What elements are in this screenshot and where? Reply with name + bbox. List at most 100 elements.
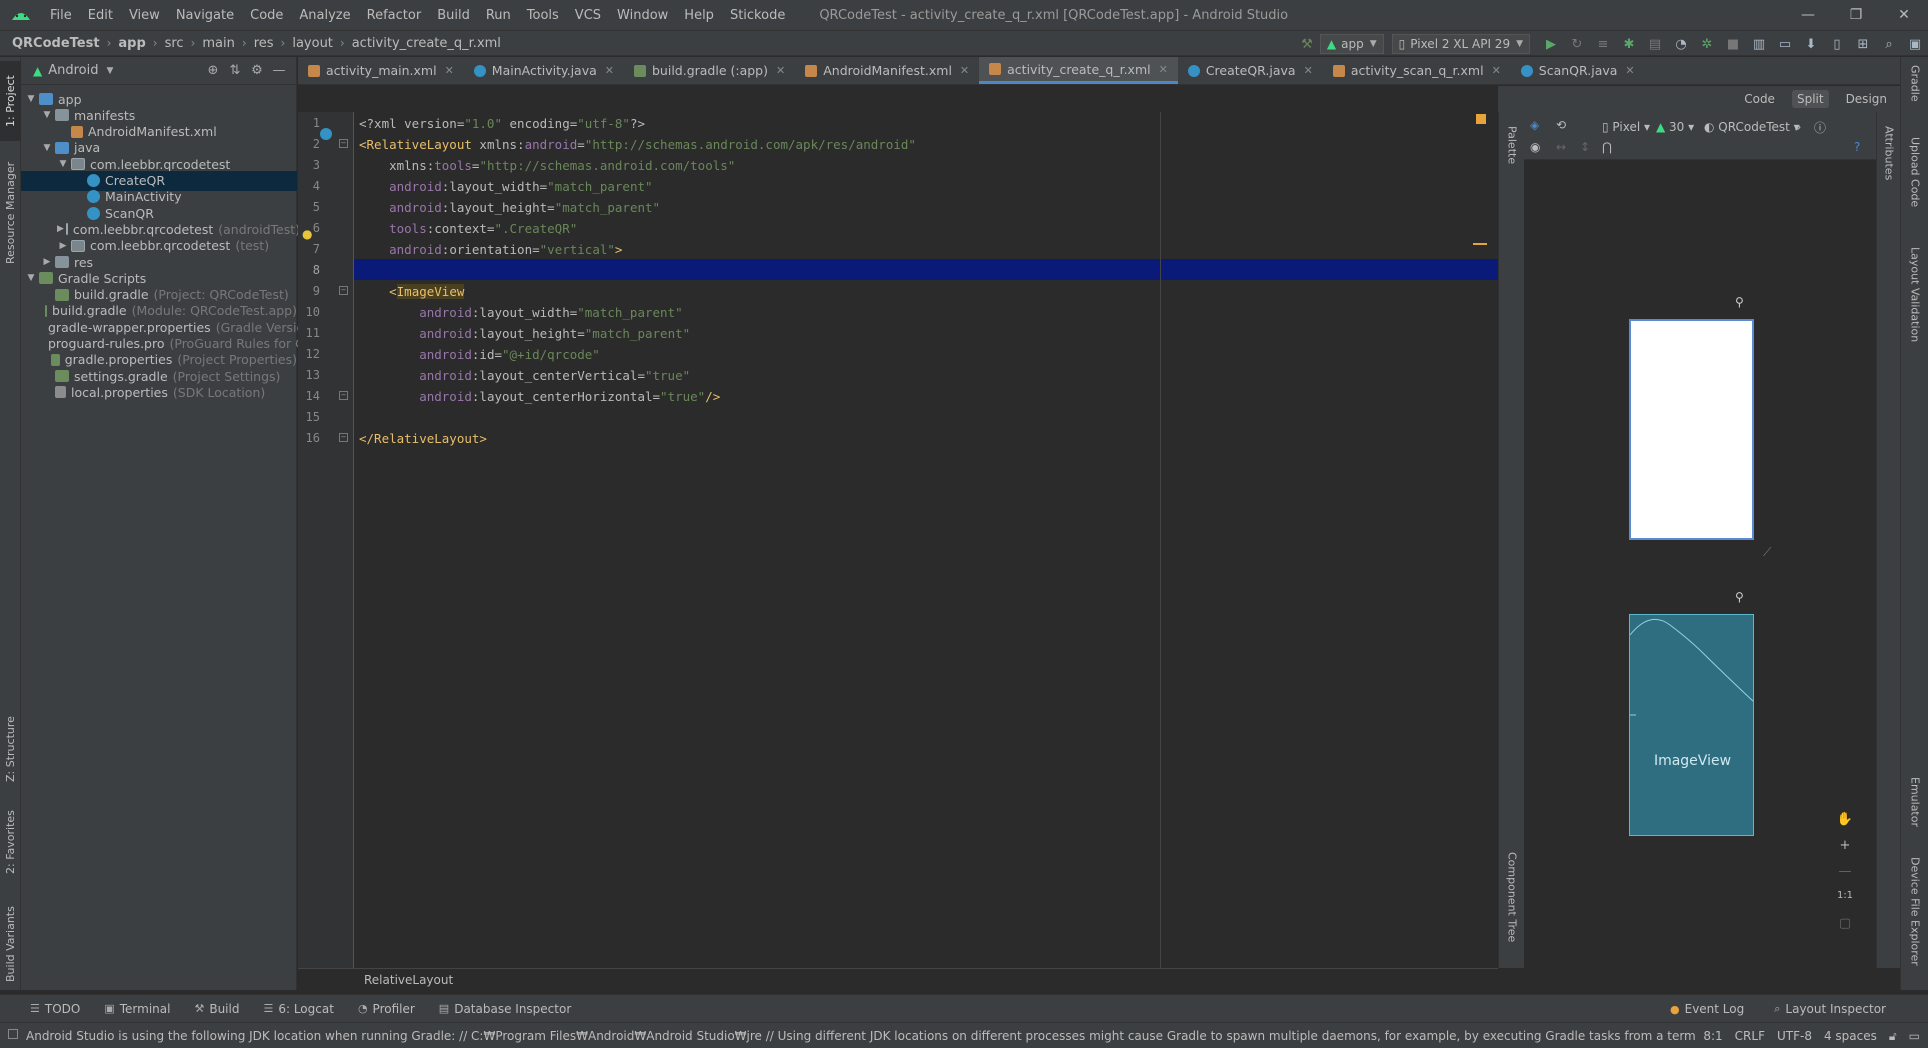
chevron-right-icon[interactable]: ▶ (57, 224, 64, 234)
code-line[interactable]: <RelativeLayout xmlns:android="http://sc… (359, 134, 916, 155)
eye-icon[interactable]: ◉ (1530, 140, 1540, 154)
tool-terminal[interactable]: ▣ Terminal (104, 1002, 170, 1016)
tab-resource-manager[interactable]: Resource Manager (0, 153, 21, 273)
sync-project-icon[interactable]: ▥ (1746, 37, 1772, 52)
code-line[interactable]: android:layout_width="match_parent" (359, 302, 682, 323)
coverage-icon[interactable]: ▤ (1642, 37, 1668, 52)
code-editor[interactable]: 1 2 3 4 5 6 7 8 9 10 11 12 13 14 15 16− − − − <?xml versio… (298, 112, 1498, 968)
project-view-select[interactable]: Android (48, 63, 98, 78)
close-tab-icon[interactable]: ✕ (1159, 63, 1168, 76)
menu-build[interactable]: Build (429, 8, 478, 23)
close-tab-icon[interactable]: ✕ (445, 64, 454, 77)
tab-upload-code[interactable]: Upload Code (1901, 137, 1928, 237)
tab-build-gradle-app-[interactable]: build.gradle (:app) ✕ (624, 57, 795, 84)
tab-project[interactable]: 1: Project (0, 61, 21, 141)
close-tab-icon[interactable]: ✕ (605, 64, 614, 77)
layout-inspector-icon[interactable]: ⊞ (1850, 37, 1876, 52)
close-icon[interactable]: ✕ (1880, 0, 1928, 30)
line-separator[interactable]: CRLF (1735, 1029, 1765, 1043)
code-line[interactable]: tools:context=".CreateQR" (359, 218, 577, 239)
api-select[interactable]: ▲ 30 ▾ (1656, 120, 1694, 134)
pin-icon[interactable]: ⚲ (1735, 590, 1744, 604)
code-line[interactable]: android:orientation="vertical"> (359, 239, 622, 260)
breadcrumb-item[interactable]: app (118, 36, 145, 51)
tab-device-file-explorer[interactable]: Device File Explorer (1901, 857, 1928, 987)
breadcrumb-item[interactable]: QRCodeTest (12, 36, 100, 51)
restore-icon[interactable]: ❐ (1832, 0, 1880, 30)
fold-marker-icon[interactable]: − (339, 433, 348, 442)
chevron-right-icon[interactable]: ▶ (57, 241, 69, 251)
device-select[interactable]: ▯ Pixel 2 XL API 29 ▼ (1391, 34, 1530, 54)
help-icon[interactable]: ? (1854, 140, 1860, 154)
info-icon[interactable]: ⓘ (1814, 119, 1826, 136)
tab-build-variants[interactable]: Build Variants (0, 899, 21, 989)
chevron-down-icon[interactable]: ▼ (25, 273, 37, 283)
chevron-down-icon[interactable]: ▼ (107, 66, 114, 76)
code-line[interactable]: android:layout_width="match_parent" (359, 176, 652, 197)
code-line[interactable]: <?xml version="1.0" encoding="utf-8"?> (359, 113, 645, 134)
gear-icon[interactable]: ⚙ (246, 63, 268, 78)
device-manager-icon[interactable]: ▯ (1824, 37, 1850, 52)
menu-navigate[interactable]: Navigate (168, 8, 242, 23)
theme-select[interactable]: ◐ QRCodeTest ▾ (1704, 120, 1800, 134)
tab-component-tree[interactable]: Component Tree (1498, 852, 1526, 962)
tool-event-log[interactable]: ● Event Log (1670, 1002, 1744, 1016)
breadcrumb-item[interactable]: layout (292, 36, 333, 51)
tab-gradle[interactable]: Gradle (1901, 65, 1928, 125)
menu-help[interactable]: Help (676, 8, 722, 23)
tab-mainactivity-java[interactable]: MainActivity.java ✕ (464, 57, 624, 84)
code-line[interactable]: <ImageView (359, 281, 465, 302)
code-line[interactable]: android:layout_height="match_parent" (359, 323, 690, 344)
ide-update-icon[interactable]: ▣ (1902, 37, 1928, 52)
menu-code[interactable]: Code (242, 8, 291, 23)
zoom-in-icon[interactable]: + (1830, 838, 1860, 864)
vertical-resize-icon[interactable]: ↕ (1580, 140, 1590, 154)
zoom-fit-icon[interactable]: ▢ (1830, 916, 1860, 942)
notifications-icon[interactable]: ▭ (1909, 1029, 1920, 1043)
horizontal-resize-icon[interactable]: ↔ (1556, 140, 1566, 154)
editor-breadcrumb-item[interactable]: RelativeLayout (364, 973, 453, 987)
blueprint-preview[interactable] (1629, 319, 1754, 540)
close-tab-icon[interactable]: ✕ (1492, 64, 1501, 77)
menu-tools[interactable]: Tools (519, 8, 567, 23)
fold-marker-icon[interactable]: − (339, 286, 348, 295)
tab-favorites[interactable]: 2: Favorites (0, 797, 21, 887)
lightbulb-icon[interactable]: ● (302, 227, 312, 241)
device-select[interactable]: ▯ Pixel ▾ (1602, 120, 1650, 134)
class-gutter-icon[interactable] (320, 128, 332, 140)
tab-activity-scan-q-r-xml[interactable]: activity_scan_q_r.xml ✕ (1323, 57, 1511, 84)
code-line[interactable]: android:layout_height="match_parent" (359, 197, 660, 218)
tool-profiler[interactable]: ◔ Profiler (358, 1002, 415, 1016)
apply-changes-icon[interactable]: ≡ (1590, 37, 1616, 52)
search-icon[interactable]: ⌕ (1876, 37, 1902, 52)
locate-icon[interactable]: ⊕ (202, 63, 224, 78)
zoom-out-icon[interactable]: — (1830, 864, 1860, 890)
status-toggle-icon[interactable] (8, 1029, 18, 1039)
run-icon[interactable]: ▶ (1538, 37, 1564, 52)
breadcrumb-item[interactable]: src (165, 36, 184, 51)
profile-icon[interactable]: ◔ (1668, 37, 1694, 52)
design-mode-button[interactable]: Design (1841, 90, 1892, 108)
attach-debugger-icon[interactable]: ✲ (1694, 37, 1720, 52)
code-line[interactable]: </RelativeLayout> (359, 428, 487, 449)
hammer-icon[interactable]: ⚒ (1294, 37, 1320, 52)
tool-layout-inspector[interactable]: ⌕ Layout Inspector (1774, 1002, 1886, 1016)
tool-todo[interactable]: ☰ TODO (30, 1002, 80, 1016)
caret-position[interactable]: 8:1 (1703, 1029, 1722, 1043)
tool-6-logcat[interactable]: ☰ 6: Logcat (263, 1002, 333, 1016)
tab-layout-validation[interactable]: Layout Validation (1901, 247, 1928, 367)
warning-marker-icon[interactable] (1476, 114, 1486, 124)
tool-database-inspector[interactable]: ▤ Database Inspector (439, 1002, 571, 1016)
tab-palette[interactable]: Palette (1498, 126, 1526, 186)
resize-handle-icon[interactable]: ⟋ (1763, 545, 1771, 560)
rerun-icon[interactable]: ↻ (1564, 37, 1590, 52)
debug-icon[interactable]: ✱ (1616, 37, 1642, 52)
code-line[interactable]: xmlns:tools="http://schemas.android.com/… (359, 155, 735, 176)
tab-attributes[interactable]: Attributes (1875, 126, 1903, 206)
menu-file[interactable]: File (42, 8, 80, 23)
stop-icon[interactable]: ■ (1720, 37, 1746, 52)
chevron-right-icon[interactable]: ▶ (41, 257, 53, 267)
menu-run[interactable]: Run (478, 8, 519, 23)
code-mode-button[interactable]: Code (1739, 90, 1780, 108)
chevron-down-icon[interactable]: ▼ (57, 159, 69, 169)
